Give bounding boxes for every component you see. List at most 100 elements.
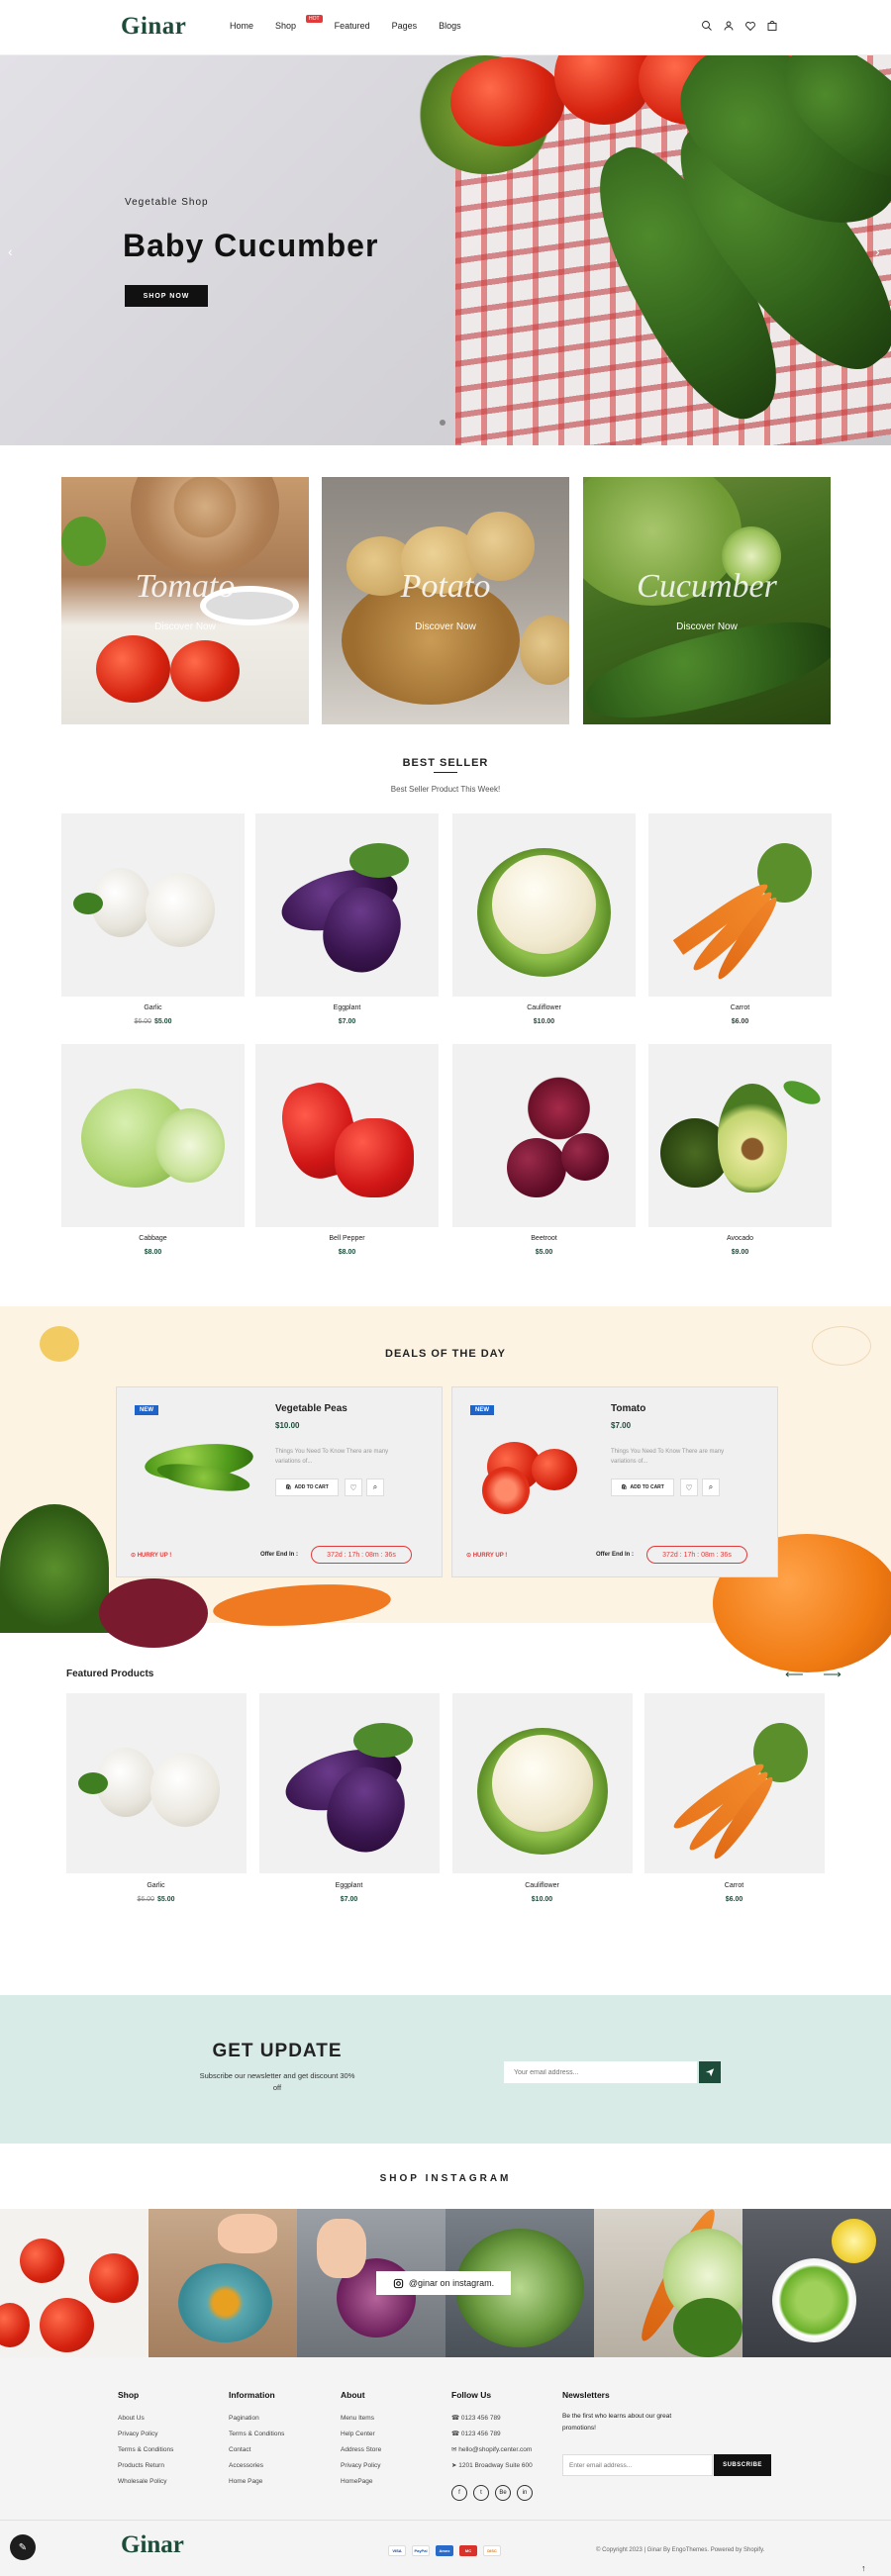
user-icon[interactable]: [723, 20, 735, 32]
nav-featured[interactable]: Featured: [335, 21, 370, 31]
instagram-photo[interactable]: [742, 2209, 891, 2357]
footer-link[interactable]: Contact: [229, 2442, 284, 2458]
product-card-eggplant[interactable]: [255, 813, 439, 997]
nav-pages[interactable]: Pages: [392, 21, 418, 31]
product-name[interactable]: Cabbage: [61, 1235, 245, 1242]
hero-next-arrow[interactable]: ›: [875, 243, 880, 259]
deal-card-tomato[interactable]: NEW Tomato $7.00 Things You Need To Know…: [451, 1386, 778, 1577]
product-name[interactable]: Eggplant: [255, 1004, 439, 1011]
product-name[interactable]: Bell Pepper: [255, 1235, 439, 1242]
featured-card-carrot[interactable]: [644, 1693, 825, 1873]
category-potato[interactable]: Potato Discover Now: [322, 477, 569, 724]
newsletter-email-input[interactable]: [562, 2454, 713, 2476]
shop-now-button[interactable]: SHOP NOW: [125, 285, 208, 307]
footer-link[interactable]: Privacy Policy: [341, 2458, 381, 2474]
email-item[interactable]: ✉ hello@shopify.center.com: [451, 2442, 533, 2458]
product-card-cabbage[interactable]: [61, 1044, 245, 1227]
wishlist-icon[interactable]: ♡: [345, 1479, 362, 1496]
instagram-photo[interactable]: [0, 2209, 148, 2357]
hurry-label: ⊙ HURRY UP !: [131, 1553, 172, 1559]
hero-tag: Vegetable Shop: [125, 197, 209, 208]
footer-link[interactable]: Home Page: [229, 2474, 284, 2490]
nav-home[interactable]: Home: [230, 21, 253, 31]
category-cucumber[interactable]: Cucumber Discover Now: [583, 477, 831, 724]
nav-shop[interactable]: Shop HOT: [275, 15, 323, 31]
subscribe-button[interactable]: SUBSCRIBE: [714, 2454, 771, 2476]
phone-item[interactable]: ☎ 0123 456 789: [451, 2427, 533, 2442]
product-name[interactable]: Beetroot: [452, 1235, 636, 1242]
product-name[interactable]: Cauliflower: [452, 1004, 636, 1011]
footer-logo[interactable]: Ginar: [121, 2531, 184, 2559]
product-name[interactable]: Carrot: [648, 1004, 832, 1011]
discover-link[interactable]: Discover Now: [61, 621, 309, 632]
instagram-icon[interactable]: in: [517, 2485, 533, 2501]
deal-name[interactable]: Tomato: [611, 1403, 645, 1414]
footer-link[interactable]: Products Return: [118, 2458, 173, 2474]
back-to-top-icon[interactable]: ↑: [861, 2563, 866, 2573]
behance-icon[interactable]: Be: [495, 2485, 511, 2501]
footer-link[interactable]: About Us: [118, 2411, 173, 2427]
instagram-photo[interactable]: [148, 2209, 297, 2357]
update-email-input[interactable]: [504, 2061, 697, 2083]
featured-arrows[interactable]: ⟵ ⟶: [785, 1667, 849, 1682]
footer-link[interactable]: Help Center: [341, 2427, 381, 2442]
featured-card-cauliflower[interactable]: [452, 1693, 633, 1873]
amex-icon: Amex: [436, 2545, 453, 2556]
category-tomato[interactable]: Tomato Discover Now: [61, 477, 309, 724]
instagram-photo[interactable]: [594, 2209, 742, 2357]
tomato-image: [40, 2298, 94, 2352]
offer-label: Offer End In :: [260, 1552, 298, 1558]
footer-link[interactable]: Address Store: [341, 2442, 381, 2458]
tomato-image: [0, 2303, 30, 2347]
nav-blogs[interactable]: Blogs: [439, 21, 461, 31]
product-name[interactable]: Garlic: [64, 1882, 248, 1889]
category-title: Cucumber: [637, 568, 777, 605]
deal-name[interactable]: Vegetable Peas: [275, 1403, 347, 1414]
footer-link[interactable]: Terms & Conditions: [229, 2427, 284, 2442]
bag-icon[interactable]: [766, 20, 778, 32]
product-price: $7.00: [338, 1018, 356, 1025]
featured-card-garlic[interactable]: [66, 1693, 247, 1873]
footer-link[interactable]: Terms & Conditions: [118, 2442, 173, 2458]
footer-link[interactable]: Wholesale Policy: [118, 2474, 173, 2490]
discover-link[interactable]: Discover Now: [322, 621, 569, 632]
footer-heading: Newsletters: [562, 2390, 610, 2400]
slider-dot[interactable]: [440, 420, 446, 426]
search-icon[interactable]: [701, 20, 713, 32]
footer-link[interactable]: Accessories: [229, 2458, 284, 2474]
product-card-bell-pepper[interactable]: [255, 1044, 439, 1227]
instagram-badge[interactable]: @ginar on instagram.: [376, 2271, 511, 2295]
product-name[interactable]: Garlic: [61, 1004, 245, 1011]
heart-icon[interactable]: [744, 20, 756, 32]
logo[interactable]: Ginar: [121, 13, 186, 41]
product-name[interactable]: Avocado: [648, 1235, 832, 1242]
quick-view-icon[interactable]: ⌕: [366, 1479, 384, 1496]
discover-link[interactable]: Discover Now: [583, 621, 831, 632]
product-card-garlic[interactable]: [61, 813, 245, 997]
quick-view-icon[interactable]: ⌕: [702, 1479, 720, 1496]
footer-link[interactable]: HomePage: [341, 2474, 381, 2490]
send-button[interactable]: [699, 2061, 721, 2083]
facebook-icon[interactable]: f: [451, 2485, 467, 2501]
product-card-beetroot[interactable]: [452, 1044, 636, 1227]
twitter-icon[interactable]: t: [473, 2485, 489, 2501]
product-card-avocado[interactable]: [648, 1044, 832, 1227]
footer-link[interactable]: Privacy Policy: [118, 2427, 173, 2442]
product-card-cauliflower[interactable]: [452, 813, 636, 997]
product-name[interactable]: Carrot: [643, 1882, 826, 1889]
product-name[interactable]: Cauliflower: [450, 1882, 634, 1889]
deal-card-peas[interactable]: NEW Vegetable Peas $10.00 Things You Nee…: [116, 1386, 443, 1577]
phone-item[interactable]: ☎ 0123 456 789: [451, 2411, 533, 2427]
chat-icon[interactable]: ✎: [10, 2534, 36, 2560]
add-to-cart-button[interactable]: 🛍 ADD TO CART: [275, 1479, 339, 1496]
product-card-carrot[interactable]: [648, 813, 832, 997]
hero-prev-arrow[interactable]: ‹: [8, 243, 13, 259]
footer-link[interactable]: Menu Items: [341, 2411, 381, 2427]
product-name[interactable]: Eggplant: [257, 1882, 441, 1889]
address-item: ➤ 1201 Broadway Suite 600: [451, 2458, 533, 2474]
wishlist-icon[interactable]: ♡: [680, 1479, 698, 1496]
add-to-cart-button[interactable]: 🛍 ADD TO CART: [611, 1479, 674, 1496]
featured-card-eggplant[interactable]: [259, 1693, 440, 1873]
footer-link[interactable]: Pagination: [229, 2411, 284, 2427]
social-links: f t Be in: [451, 2485, 533, 2501]
